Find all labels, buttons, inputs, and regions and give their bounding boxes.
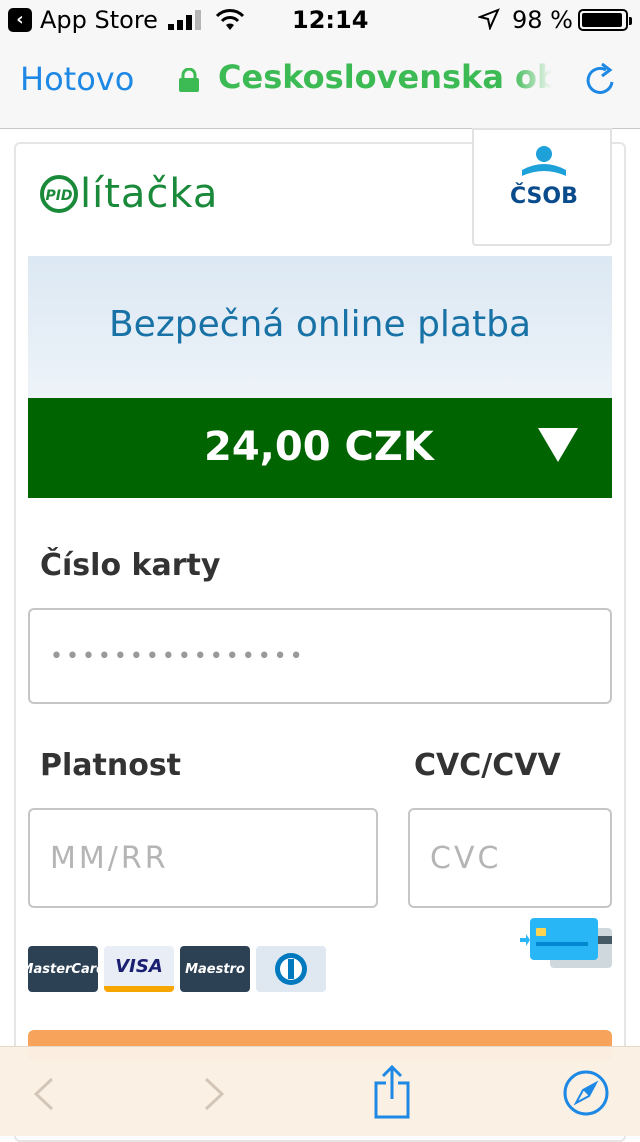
amount-bar[interactable]: 24,00 CZK xyxy=(28,398,612,498)
litacka-wordmark: lítačka xyxy=(80,171,219,217)
back-arrow-icon[interactable] xyxy=(34,1077,54,1111)
card-number-value: •••••••••••••••• xyxy=(50,643,306,669)
accepted-cards: MasterCard VISA Maestro xyxy=(21,946,326,992)
lock-icon xyxy=(179,68,199,92)
wifi-icon xyxy=(215,9,245,30)
back-to-app-icon[interactable]: ‹ xyxy=(8,8,32,32)
csob-logo-icon xyxy=(522,146,566,176)
banner-title: Bezpečná online platba xyxy=(108,304,532,345)
back-app-label[interactable]: App Store xyxy=(40,6,158,34)
cvc-input[interactable]: CVC xyxy=(408,808,612,908)
share-icon[interactable] xyxy=(372,1065,412,1119)
card-number-label: Číslo karty xyxy=(40,548,221,583)
visa-logo-icon: VISA xyxy=(104,946,174,992)
csob-logo-box: ČSOB xyxy=(472,128,612,246)
validity-input[interactable]: MM/RR xyxy=(28,808,378,908)
card-number-input[interactable]: •••••••••••••••• xyxy=(28,608,612,704)
maestro-logo-icon: Maestro xyxy=(180,946,250,992)
pid-badge-icon: PID xyxy=(40,175,78,213)
csob-wordmark: ČSOB xyxy=(510,184,578,209)
compass-icon[interactable] xyxy=(562,1069,610,1117)
page-url[interactable]: Ceskoslovenska obchodni banka xyxy=(218,58,552,96)
done-button[interactable]: Hotovo xyxy=(20,60,134,98)
battery-percentage: 98 % xyxy=(512,6,573,34)
diners-logo-icon xyxy=(256,946,326,992)
battery-icon xyxy=(578,9,632,31)
cvc-placeholder: CVC xyxy=(430,840,502,876)
cvc-label: CVC/CVV xyxy=(414,748,561,783)
validity-placeholder: MM/RR xyxy=(50,840,169,876)
location-arrow-icon xyxy=(478,8,500,30)
status-bar: ‹ App Store 12:14 98 % xyxy=(0,0,640,40)
validity-label: Platnost xyxy=(40,748,182,783)
forward-arrow-icon[interactable] xyxy=(204,1077,224,1111)
litacka-logo: PID lítačka xyxy=(40,171,219,217)
mastercard-logo-icon: MasterCard xyxy=(21,946,105,992)
browser-toolbar xyxy=(0,1046,640,1136)
cellular-signal-icon xyxy=(168,10,201,30)
triangle-down-icon[interactable] xyxy=(538,428,578,464)
reload-icon[interactable] xyxy=(582,60,618,100)
payment-amount: 24,00 CZK xyxy=(204,424,434,470)
secure-payment-banner: Bezpečná online platba xyxy=(28,256,612,398)
svg-text:PID: PID xyxy=(45,188,72,204)
cvc-card-hint-icon xyxy=(520,918,612,968)
clock: 12:14 xyxy=(292,6,369,34)
browser-url-bar: Hotovo Ceskoslovenska obchodni banka xyxy=(0,40,640,129)
